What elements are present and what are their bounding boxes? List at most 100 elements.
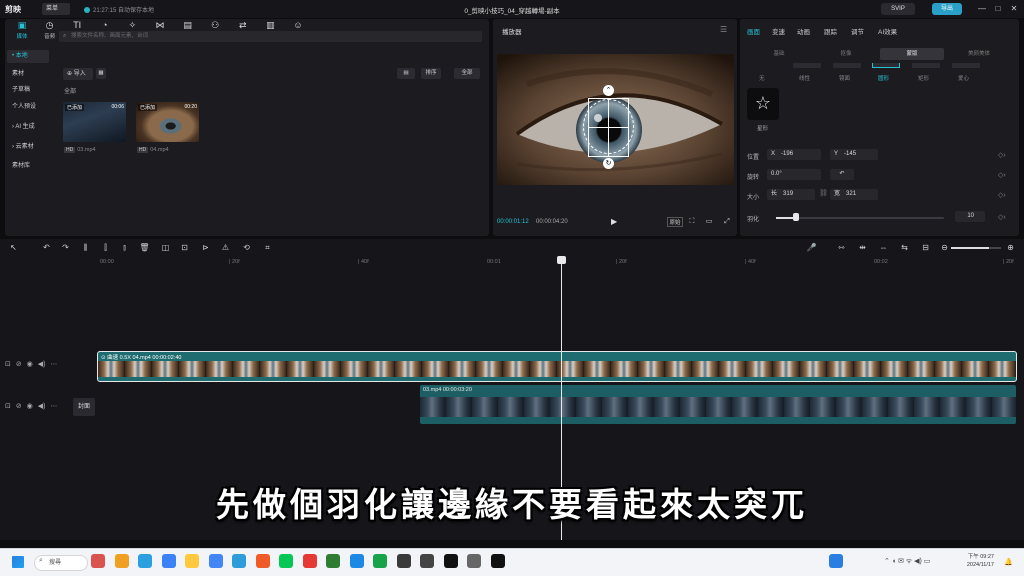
mask-linear[interactable]: 线性 xyxy=(799,74,810,82)
mask-heart[interactable]: 爱心 xyxy=(958,74,969,82)
track2-lock-icon[interactable]: ⊡ xyxy=(5,403,11,410)
tab-adjust[interactable]: 调节 xyxy=(851,26,864,36)
timeline-right-tool-4-icon[interactable]: ⇆ xyxy=(899,242,910,254)
sidebar-item-subdraft[interactable]: 子草稿 xyxy=(7,84,49,97)
taskbar-app-icon[interactable] xyxy=(138,554,152,568)
project-title[interactable]: 0_剪映小技巧_04_穿越轉場-副本 xyxy=(400,5,624,15)
size-width-field[interactable]: 长 319 xyxy=(767,189,815,200)
notification-icon[interactable]: 🔔 xyxy=(1004,558,1013,566)
taskbar-app-icon[interactable] xyxy=(349,554,364,568)
taskbar-app-icon[interactable] xyxy=(490,554,505,568)
taskbar-app-icon[interactable] xyxy=(420,554,434,568)
close-button[interactable]: ✕ xyxy=(1007,3,1021,15)
taskbar-app-icon[interactable] xyxy=(829,554,843,568)
sort-button[interactable]: 排序 xyxy=(421,68,441,79)
track-more-icon[interactable]: ⋯ xyxy=(50,361,57,368)
taskbar-app-icon[interactable] xyxy=(114,554,129,568)
subtab-basic[interactable]: 基础 xyxy=(747,48,811,60)
keyframe-position-icon[interactable]: ◇› xyxy=(998,151,1006,159)
feather-value-field[interactable]: 10 xyxy=(955,211,985,222)
taskbar-app-icon[interactable] xyxy=(443,554,458,568)
media-search-input[interactable]: 搜索文件名称、画面元素、台词 xyxy=(59,31,482,42)
ratio-button[interactable]: 原始 xyxy=(667,217,683,227)
track2-hide-icon[interactable]: ⊘ xyxy=(16,403,22,410)
import-button[interactable]: ⊕ 导入 xyxy=(63,68,93,80)
keyframe-feather-icon[interactable]: ◇› xyxy=(998,213,1006,221)
minimize-button[interactable]: — xyxy=(975,3,989,15)
timeline-right-tool-5-icon[interactable]: ⊟ xyxy=(920,242,931,254)
subtab-cutout[interactable]: 抠像 xyxy=(814,48,878,60)
timeline-tool-9-icon[interactable]: ⊳ xyxy=(200,242,211,254)
rotation-field[interactable]: 0.0° xyxy=(767,169,821,180)
sidebar-item-assets[interactable]: 素材 xyxy=(7,68,49,81)
rotate-handle-icon[interactable]: ↻ xyxy=(603,158,614,169)
feather-slider-thumb[interactable] xyxy=(793,213,800,221)
fullscreen-fit-icon[interactable]: ⛶ xyxy=(686,217,698,227)
timeline-tool-7-icon[interactable]: ◫ xyxy=(160,242,171,254)
feather-slider-track[interactable] xyxy=(776,217,944,219)
sidebar-item-library[interactable]: 素材库 xyxy=(7,160,49,173)
windows-start-icon[interactable] xyxy=(12,556,24,568)
expand-icon[interactable]: ⤢ xyxy=(721,217,733,227)
subtab-mask[interactable]: 蒙版 xyxy=(880,48,944,60)
timeline-right-tool-0-icon[interactable]: 🎤 xyxy=(806,242,817,254)
mask-none[interactable]: 无 xyxy=(759,74,765,82)
playhead-handle[interactable] xyxy=(557,256,566,264)
timeline-right-tool-6-icon[interactable]: ⊖ xyxy=(939,242,950,254)
taskbar-app-icon[interactable] xyxy=(373,554,387,568)
taskbar-app-icon[interactable] xyxy=(396,554,411,568)
taskbar-app-icon[interactable] xyxy=(255,554,270,568)
track-audio-icon[interactable]: ◀) xyxy=(38,361,46,368)
taskbar-app-icon[interactable] xyxy=(232,554,246,568)
size-height-field[interactable]: 宽 321 xyxy=(830,189,878,200)
track-lock-icon[interactable]: ⊡ xyxy=(5,361,11,368)
keyframe-rotation-icon[interactable]: ◇› xyxy=(998,171,1006,179)
menu-button[interactable]: 菜单 xyxy=(42,3,70,15)
track2-audio-icon[interactable]: ◀) xyxy=(38,403,46,410)
view-toggle-icon[interactable]: ▤ xyxy=(397,68,415,79)
sidebar-item-presets[interactable]: 个人预设 xyxy=(7,101,49,114)
sidebar-item-cloud[interactable]: › 云素材 xyxy=(7,141,49,154)
taskbar-app-icon[interactable] xyxy=(467,554,481,568)
second-video-clip[interactable]: 03.mp4 00:00:03:20 xyxy=(420,385,1016,424)
tab-animation[interactable]: 动画 xyxy=(797,26,810,36)
taskbar-app-icon[interactable] xyxy=(302,554,317,568)
tab-ai-effects[interactable]: AI效果 xyxy=(878,26,897,36)
media-item-1[interactable]: 已添加 00:06 xyxy=(63,102,126,142)
star-mask-icon[interactable]: ☆ xyxy=(747,88,779,120)
cover-button[interactable]: 封面 xyxy=(73,398,95,416)
taskbar-app-icon[interactable] xyxy=(279,554,293,568)
timeline-tool-6-icon[interactable]: 🗑 xyxy=(139,242,150,254)
track-visible-icon[interactable]: ◉ xyxy=(27,361,33,368)
timeline-tool-4-icon[interactable]: ⫿ xyxy=(100,242,111,254)
mask-rect[interactable]: 矩形 xyxy=(918,74,929,82)
timeline-right-tool-2-icon[interactable]: ⇹ xyxy=(857,242,868,254)
mask-round[interactable]: 圆形 xyxy=(878,74,889,82)
timeline-tool-1-icon[interactable]: ↶ xyxy=(41,242,52,254)
svip-badge[interactable]: SVIP xyxy=(881,3,915,15)
export-button[interactable]: 导出 xyxy=(932,3,962,15)
timeline-right-tool-3-icon[interactable]: ⇔ xyxy=(878,242,889,254)
feather-handle-icon[interactable]: ⌃ xyxy=(603,85,614,96)
timeline-right-tool-7-icon[interactable]: ⊕ xyxy=(1005,242,1016,254)
position-x-field[interactable]: X -196 xyxy=(767,149,821,160)
timeline-tool-2-icon[interactable]: ↷ xyxy=(60,242,71,254)
rotation-reset-button[interactable]: ↶ xyxy=(830,169,854,180)
play-button[interactable]: ▶ xyxy=(611,217,617,226)
tab-media-0[interactable]: ▣ 媒体 xyxy=(9,21,35,41)
tab-speed[interactable]: 变速 xyxy=(772,26,785,36)
timeline-tool-5-icon[interactable]: ⫾ xyxy=(119,242,130,254)
grid-view-icon[interactable]: ▦ xyxy=(96,68,106,79)
mask-mirror[interactable]: 镜面 xyxy=(839,74,850,82)
video-preview[interactable]: ⌃ ↻ xyxy=(497,54,734,185)
keyframe-size-icon[interactable]: ◇› xyxy=(998,191,1006,199)
taskbar-app-icon[interactable] xyxy=(91,554,105,568)
taskbar-app-icon[interactable] xyxy=(185,554,199,568)
timeline-tool-12-icon[interactable]: ⌗ xyxy=(262,242,273,254)
main-video-clip[interactable]: ⊙ 曲速 0.5X 04.mp4 00:00:02:40 xyxy=(97,351,1017,382)
maximize-button[interactable]: □ xyxy=(991,3,1005,15)
track2-visible-icon[interactable]: ◉ xyxy=(27,403,33,410)
mask-circle-selected[interactable] xyxy=(872,63,900,68)
aspect-icon[interactable]: ▭ xyxy=(703,217,715,227)
timeline-tool-11-icon[interactable]: ⟲ xyxy=(241,242,252,254)
